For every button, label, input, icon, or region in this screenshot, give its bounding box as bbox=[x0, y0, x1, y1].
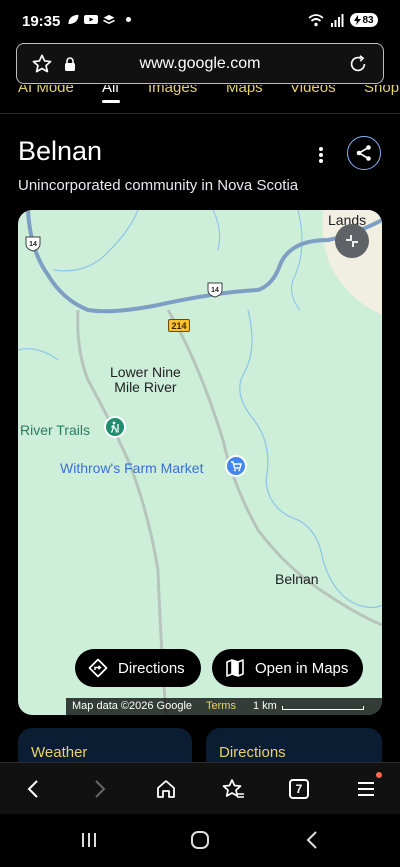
signal-icon bbox=[331, 13, 344, 27]
tabs-button[interactable]: 7 bbox=[286, 776, 312, 802]
leaf-icon bbox=[68, 14, 79, 25]
forward-button[interactable] bbox=[87, 776, 113, 802]
system-navigation-bar bbox=[0, 814, 400, 867]
open-in-maps-label: Open in Maps bbox=[255, 659, 349, 677]
map-data-credit: Map data ©2026 Google bbox=[72, 700, 193, 712]
tab-maps[interactable]: Maps bbox=[226, 85, 263, 96]
active-tab-indicator bbox=[102, 100, 120, 103]
directions-card[interactable]: Directions bbox=[206, 728, 382, 762]
tab-videos[interactable]: Videos bbox=[290, 85, 336, 96]
browser-toolbar: 7 bbox=[0, 762, 400, 814]
terms-link[interactable]: Terms bbox=[206, 700, 236, 712]
svg-text:14: 14 bbox=[29, 241, 37, 248]
home-button[interactable] bbox=[153, 776, 179, 802]
collapse-icon bbox=[346, 235, 358, 247]
share-button[interactable] bbox=[347, 136, 381, 170]
recent-apps-button[interactable] bbox=[77, 828, 101, 852]
home-icon bbox=[157, 780, 175, 798]
map-attribution: Map data ©2026 Google Terms 1 km bbox=[66, 698, 382, 715]
tab-all[interactable]: All bbox=[102, 85, 119, 96]
menu-button[interactable] bbox=[353, 772, 382, 802]
tab-ai-mode[interactable]: AI Mode bbox=[18, 85, 74, 96]
address-bar[interactable]: www.google.com bbox=[16, 43, 384, 84]
route-shield-14-west: 14 bbox=[25, 236, 41, 252]
back-button[interactable] bbox=[20, 776, 46, 802]
menu-notification-dot bbox=[376, 772, 382, 778]
system-back-button[interactable] bbox=[300, 828, 324, 852]
directions-icon bbox=[88, 658, 108, 678]
battery-indicator: 83 bbox=[350, 13, 378, 27]
weather-card[interactable]: Weather bbox=[18, 728, 192, 762]
system-home-button[interactable] bbox=[188, 828, 212, 852]
map-view[interactable]: 14 14 214 Lands Lower Nine Mile River Ri… bbox=[18, 210, 382, 715]
directions-button[interactable]: Directions bbox=[75, 649, 201, 687]
place-title: Belnan bbox=[18, 136, 103, 166]
tabs-divider bbox=[0, 113, 400, 114]
url-text[interactable]: www.google.com bbox=[17, 55, 383, 73]
directions-label: Directions bbox=[118, 659, 185, 677]
search-tabs: AI Mode All Images Maps Videos Shop bbox=[0, 85, 400, 103]
map-icon bbox=[226, 659, 244, 677]
system-back-icon bbox=[306, 831, 317, 849]
back-arrow-icon bbox=[27, 780, 38, 798]
place-subtitle: Unincorporated community in Nova Scotia bbox=[18, 177, 299, 194]
map-label-lower-nine-mile-river: Lower Nine Mile River bbox=[110, 364, 181, 395]
forward-arrow-icon bbox=[95, 780, 106, 798]
status-system-icons: 83 bbox=[308, 13, 378, 27]
open-in-maps-button[interactable]: Open in Maps bbox=[212, 649, 363, 687]
map-label-belnan: Belnan bbox=[275, 571, 319, 587]
reload-icon[interactable] bbox=[347, 53, 369, 75]
weather-card-title: Weather bbox=[31, 744, 88, 761]
hiking-trail-pin-icon[interactable] bbox=[104, 416, 126, 438]
scale-label: 1 km bbox=[253, 700, 277, 712]
scale-bar bbox=[282, 706, 364, 710]
tab-count: 7 bbox=[289, 779, 309, 799]
tab-images[interactable]: Images bbox=[148, 85, 197, 96]
svg-text:14: 14 bbox=[211, 287, 219, 294]
battery-level: 83 bbox=[362, 14, 374, 26]
recent-apps-icon bbox=[82, 833, 96, 847]
hamburger-menu-icon bbox=[358, 782, 374, 796]
youtube-icon bbox=[84, 15, 98, 24]
map-label-withrows-farm-market[interactable]: Withrow's Farm Market bbox=[60, 460, 203, 476]
more-notifications-dot bbox=[126, 17, 131, 22]
status-bar: 19:35 83 bbox=[0, 0, 400, 40]
tab-shop[interactable]: Shop bbox=[364, 85, 399, 96]
status-time: 19:35 bbox=[22, 13, 61, 30]
map-label-river-trails[interactable]: River Trails bbox=[20, 422, 90, 438]
collapse-map-button[interactable] bbox=[335, 224, 369, 258]
wifi-icon bbox=[308, 13, 324, 26]
stack-icon bbox=[103, 14, 115, 24]
bookmarks-button[interactable] bbox=[220, 776, 246, 802]
shopping-cart-pin-icon[interactable] bbox=[225, 455, 247, 477]
share-icon bbox=[356, 145, 371, 161]
bookmarks-star-icon bbox=[222, 779, 244, 798]
status-notification-icons bbox=[66, 14, 131, 25]
route-shield-214: 214 bbox=[168, 319, 190, 332]
system-home-icon bbox=[191, 831, 209, 849]
route-shield-14-east: 14 bbox=[207, 282, 223, 298]
more-options-icon[interactable] bbox=[312, 146, 330, 164]
charging-bolt-icon bbox=[354, 15, 362, 25]
directions-card-title: Directions bbox=[219, 744, 286, 761]
